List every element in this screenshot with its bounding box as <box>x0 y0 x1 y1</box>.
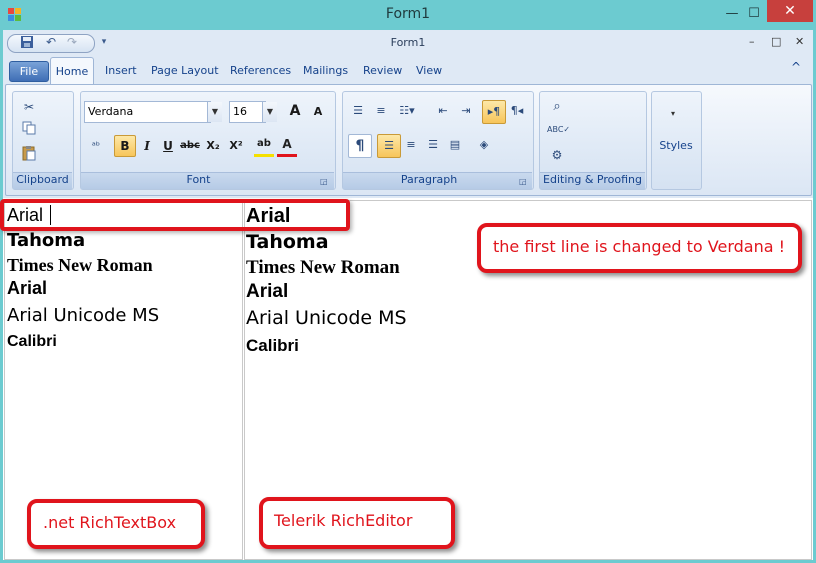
inner-maximize-button[interactable]: □ <box>771 35 781 48</box>
copy-icon[interactable] <box>19 121 39 141</box>
file-tab[interactable]: File <box>9 61 49 82</box>
paragraph-dialog-launcher-icon[interactable]: ◲ <box>519 177 527 186</box>
inner-window-title: Form1 <box>390 36 426 49</box>
numbering-icon[interactable]: ≡ <box>370 100 392 122</box>
styles-group-label: Styles <box>659 139 693 152</box>
richeditor-line-4: Arial <box>246 281 289 302</box>
superscript-button[interactable]: X² <box>226 136 246 156</box>
font-name-value: Verdana <box>88 105 134 118</box>
inner-minimize-button[interactable]: – <box>749 35 755 48</box>
font-color-button[interactable]: A <box>277 134 297 157</box>
window-title: Form1 <box>385 6 431 22</box>
decrease-indent-icon[interactable]: ⇤ <box>432 100 454 122</box>
maximize-button[interactable]: ☐ <box>744 3 764 25</box>
tab-home[interactable]: Home <box>50 57 94 86</box>
tab-mailings[interactable]: Mailings <box>303 64 348 77</box>
justify-icon[interactable]: ▤ <box>444 134 466 156</box>
subscript-button[interactable]: X₂ <box>203 136 223 156</box>
bullets-icon[interactable]: ☰ <box>347 100 369 122</box>
font-size-combo[interactable]: 16 <box>229 101 266 123</box>
shrink-font-button[interactable]: A <box>308 102 328 122</box>
rtb-line-3: Times New Roman <box>7 255 153 275</box>
tools-icon[interactable]: ⚙ <box>547 145 567 165</box>
tab-references[interactable]: References <box>230 64 291 77</box>
rtb-line-5: Arial Unicode MS <box>7 305 160 326</box>
collapse-ribbon-button[interactable]: ^ <box>791 60 801 74</box>
show-formatting-button[interactable]: ¶ <box>348 134 372 158</box>
rtb-line-2: Tahoma <box>7 230 86 251</box>
font-dialog-launcher-icon[interactable]: ◲ <box>320 177 328 186</box>
highlight-button[interactable]: ab <box>254 134 274 157</box>
underline-button[interactable]: U <box>158 136 178 156</box>
tab-page-layout[interactable]: Page Layout <box>151 64 219 77</box>
font-size-value: 16 <box>233 105 247 118</box>
clipboard-group-label: Clipboard <box>16 173 69 186</box>
editing-group-label: Editing & Proofing <box>543 173 642 186</box>
verdana-note-text: the first line is changed to Verdana ! <box>493 237 786 256</box>
font-group-label: Font <box>186 173 211 186</box>
bold-button[interactable]: B <box>114 135 136 157</box>
font-name-combo[interactable]: Verdana <box>84 101 211 123</box>
richeditor-line-5: Arial Unicode MS <box>246 307 407 329</box>
first-line-highlight <box>0 199 350 231</box>
paste-icon[interactable] <box>19 145 39 165</box>
increase-indent-icon[interactable]: ⇥ <box>455 100 477 122</box>
close-button[interactable]: ✕ <box>767 0 813 22</box>
align-center-icon[interactable]: ≡ <box>400 134 422 156</box>
cut-icon[interactable]: ✂ <box>19 97 39 117</box>
rtb-line-6: Calibri <box>7 333 57 350</box>
rtl-paragraph-icon[interactable]: ¶◂ <box>506 100 528 122</box>
shading-icon[interactable]: ◈ <box>473 134 495 156</box>
styles-dropdown-icon[interactable]: ▾ <box>671 109 675 118</box>
multilevel-list-icon[interactable]: ☷▾ <box>393 100 421 122</box>
inner-close-button[interactable]: ✕ <box>795 35 804 48</box>
tab-review[interactable]: Review <box>363 64 402 77</box>
font-size-dropdown-icon[interactable]: ▼ <box>262 102 277 122</box>
richeditor-line-3: Times New Roman <box>246 257 400 278</box>
richeditor-line-6: Calibri <box>246 336 299 355</box>
align-right-icon[interactable]: ☰ <box>422 134 444 156</box>
tab-insert[interactable]: Insert <box>105 64 137 77</box>
spellcheck-icon[interactable]: ABC✓ <box>547 120 570 140</box>
font-name-dropdown-icon[interactable]: ▼ <box>207 102 222 122</box>
ltr-paragraph-icon[interactable]: ▸¶ <box>482 100 506 124</box>
italic-button[interactable]: I <box>137 136 157 156</box>
paragraph-group-label: Paragraph <box>400 173 458 186</box>
strikethrough-button[interactable]: abc <box>180 136 200 156</box>
richeditor-line-2: Tahoma <box>246 231 329 253</box>
telerik-richeditor-label: Telerik RichEditor <box>274 511 413 530</box>
net-richtextbox-label: .net RichTextBox <box>43 513 177 532</box>
align-left-icon[interactable]: ☰ <box>377 134 401 158</box>
tab-home-label: Home <box>55 65 89 78</box>
grow-font-button[interactable]: A <box>285 101 305 121</box>
find-icon[interactable]: ⌕ <box>547 97 567 117</box>
rtb-line-4: Arial <box>7 278 48 298</box>
minimize-button[interactable]: — <box>722 3 742 25</box>
tab-view[interactable]: View <box>416 64 442 77</box>
clear-format-icon[interactable]: ᵃᵇ <box>86 137 106 157</box>
